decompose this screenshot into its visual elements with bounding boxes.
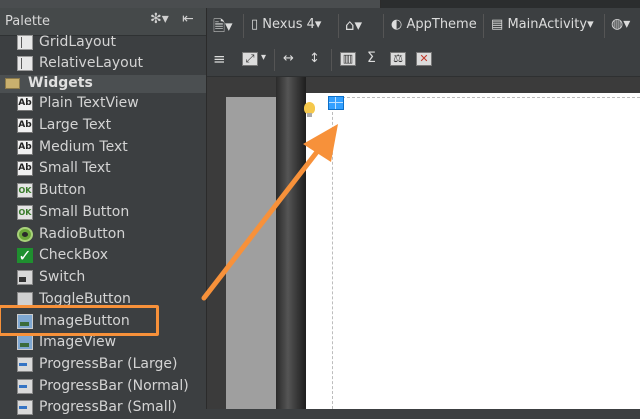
arrow-shaft <box>201 145 323 301</box>
drag-arrow <box>201 124 338 301</box>
arrow-head <box>303 124 338 162</box>
